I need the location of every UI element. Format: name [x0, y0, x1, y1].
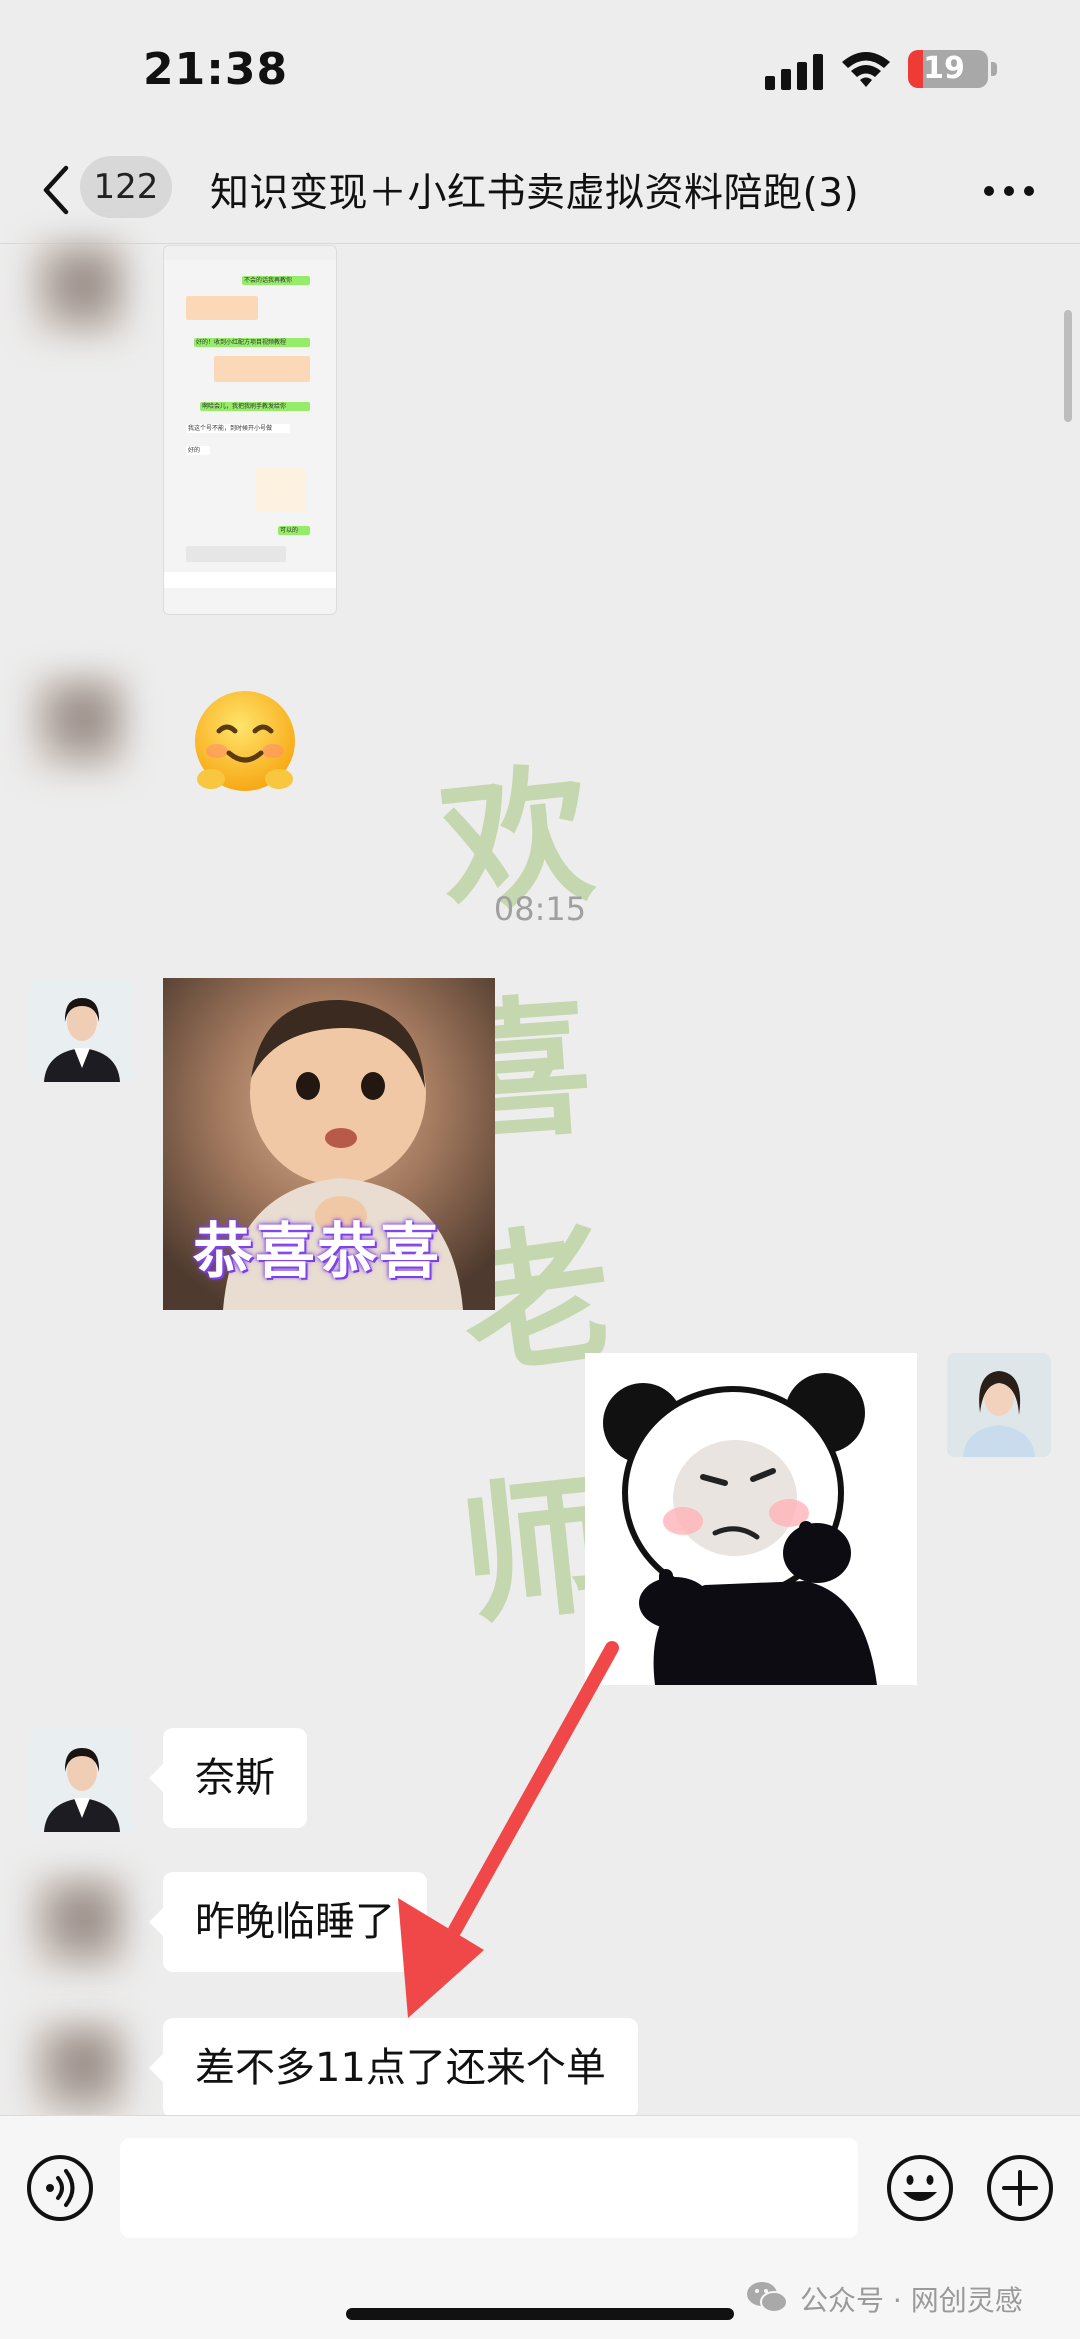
screenshot-line: 好的 [186, 446, 210, 455]
avatar[interactable] [26, 238, 130, 342]
screenshot-input [164, 572, 336, 588]
screenshot-line: 我这个号不能，到时候开小号做 [186, 424, 290, 433]
smiley-emoji[interactable] [191, 687, 299, 795]
battery-tip [991, 62, 997, 76]
message-bubble[interactable]: 昨晚临睡了 [149, 1872, 427, 1972]
status-bar: 21:38 19 [0, 0, 1080, 140]
more-icon[interactable] [983, 184, 1035, 198]
screenshot-card [186, 296, 258, 320]
message-bubble[interactable]: 奈斯 [149, 1728, 307, 1828]
screenshot-header [164, 246, 336, 260]
screenshot-quote [186, 546, 286, 562]
red-arrow-annotation [398, 1641, 619, 2018]
wechat-icon [747, 2282, 788, 2313]
screenshot-line: 不会的话我再教你 [242, 276, 310, 285]
panda-meme-sticker[interactable] [585, 1353, 917, 1685]
screenshot-line: 好的！收到小红配方项目视频教程 [194, 338, 310, 347]
screenshot-card [214, 356, 310, 382]
chat-scrollbar[interactable] [1064, 310, 1072, 422]
screenshot-line: 可以的 [278, 526, 310, 535]
emoji-icon[interactable] [886, 2154, 954, 2222]
avatar[interactable] [26, 2018, 130, 2122]
chat-input-bar: 公众号 · 网创灵感 [0, 2115, 1080, 2339]
home-indicator[interactable] [346, 2308, 734, 2320]
chat-screenshot-image[interactable]: 不会的话我再教你 好的！收到小红配方项目视频教程 啊哈会儿，我把我刷手教发给你 … [163, 245, 337, 615]
battery-percent: 19 [923, 51, 965, 86]
avatar[interactable] [26, 672, 130, 776]
avatar-self[interactable] [947, 1353, 1051, 1457]
unread-count-badge[interactable]: 122 [80, 156, 172, 218]
status-time: 21:38 [143, 44, 289, 95]
account-label: 公众号 · 网创灵感 [800, 2284, 1023, 2317]
message-timestamp: 08:15 [493, 890, 587, 928]
panda-sticker-image [603, 1373, 877, 1685]
back-icon[interactable] [38, 164, 74, 216]
person-avatar-icon [30, 1728, 134, 1832]
screenshot-line: 啊哈会儿，我把我刷手教发给你 [200, 402, 310, 411]
chat-header: 122 知识变现＋小红书卖虚拟资料陪跑(3) [0, 140, 1080, 244]
congrats-baby-sticker[interactable]: 恭喜恭喜 [163, 978, 495, 1310]
person-avatar-icon [30, 978, 134, 1082]
voice-icon[interactable] [26, 2154, 94, 2222]
plus-icon[interactable] [986, 2154, 1054, 2222]
avatar-teacher[interactable] [30, 1728, 134, 1832]
screenshot-sticker [256, 468, 306, 512]
signal-icon [765, 54, 823, 90]
message-bubble[interactable]: 差不多11点了还来个单 [149, 2018, 638, 2118]
message-input[interactable] [120, 2138, 858, 2238]
avatar-teacher[interactable] [30, 978, 134, 1082]
chat-title[interactable]: 知识变现＋小红书卖虚拟资料陪跑(3) [210, 162, 910, 218]
sticker-caption: 恭喜恭喜 [193, 1217, 441, 1287]
battery-indicator: 19 [908, 50, 988, 88]
wifi-icon [842, 52, 890, 87]
person-avatar-icon [947, 1353, 1051, 1457]
avatar[interactable] [26, 1872, 130, 1976]
